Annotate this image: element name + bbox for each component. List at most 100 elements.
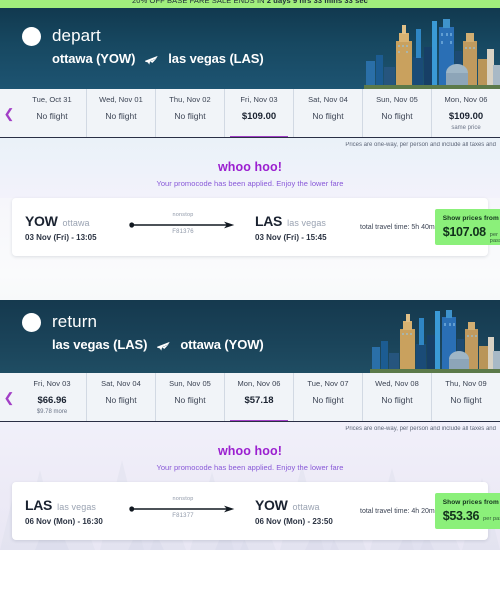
depart-travel-time: total travel time: 5h 40m [360, 223, 435, 231]
date-cell-value: No flight [105, 111, 137, 121]
date-cell-price: $66.96 [37, 395, 67, 406]
date-cell-selected[interactable]: Mon, Nov 06 $57.18 [224, 373, 293, 421]
return-from-datetime: 06 Nov (Mon) - 16:30 [25, 516, 103, 526]
date-cell-note: same price [451, 125, 481, 131]
date-cell-label: Tue, Oct 31 [32, 95, 72, 104]
date-cell[interactable]: Tue, Oct 31 No flight [18, 89, 86, 137]
date-cell[interactable]: Mon, Nov 06 $109.00 same price [431, 89, 500, 137]
date-cell[interactable]: Sun, Nov 05 No flight [155, 373, 224, 421]
depart-hero-header: depart ottawa (YOW) las vegas (LAS) [0, 8, 500, 89]
date-cell[interactable]: Thu, Nov 09 No flight [431, 373, 500, 421]
section-gap [0, 274, 500, 300]
date-cell-label: Sat, Nov 04 [308, 95, 348, 104]
date-cell-label: Fri, Nov 03 [33, 379, 71, 388]
return-stops-label: nonstop [172, 496, 194, 502]
date-cell[interactable]: Tue, Nov 07 No flight [293, 373, 362, 421]
depart-destination: las vegas (LAS) [168, 51, 264, 66]
depart-date-cells: Tue, Oct 31 No flight Wed, Nov 01 No fli… [18, 89, 500, 137]
date-cell-value: No flight [174, 395, 206, 405]
return-card-wrap: LAS las vegas 06 Nov (Mon) - 16:30 nonst… [0, 482, 500, 540]
date-cell[interactable]: Sat, Nov 04 No flight [86, 373, 155, 421]
date-cell[interactable]: Wed, Nov 08 No flight [362, 373, 431, 421]
date-cell-value: No flight [312, 111, 344, 121]
return-from-code: LAS [25, 496, 53, 513]
return-to-code: YOW [255, 496, 288, 513]
sale-banner-countdown: 2 days 9 hrs 33 mins 33 sec [266, 0, 368, 5]
depart-from-datetime: 03 Nov (Fri) - 13:05 [25, 232, 97, 242]
depart-badge-unit: per passenger [489, 232, 500, 244]
depart-from-city: ottawa [62, 217, 90, 228]
return-promo-band: Prices are one-way, per person and inclu… [0, 422, 500, 482]
return-hero-header: return las vegas (LAS) ottawa (YOW) [0, 300, 500, 373]
return-promo-subtext: Your promocode has been applied. Enjoy t… [156, 463, 344, 472]
date-cell-value: No flight [36, 111, 68, 121]
date-cell-label: Fri, Nov 03 [240, 95, 278, 104]
return-route-indicator: nonstop F81377 [124, 494, 242, 528]
depart-section: depart ottawa (YOW) las vegas (LAS) ❮ Tu… [0, 8, 500, 300]
sale-countdown-text: 20% OFF BASE FARE SALE ENDS IN 2 days 9 … [0, 0, 500, 5]
depart-promo-band: Prices are one-way, per person and inclu… [0, 138, 500, 198]
return-to-datetime: 06 Nov (Mon) - 23:50 [255, 516, 333, 526]
return-badge-price: $53.36 [442, 509, 480, 523]
date-cell-label: Sat, Nov 04 [101, 379, 141, 388]
date-cell-price: $57.18 [244, 395, 274, 406]
date-cell[interactable]: Wed, Nov 01 No flight [86, 89, 155, 137]
sale-banner-prefix: 20% OFF BASE FARE SALE ENDS IN [132, 0, 267, 5]
depart-route-indicator: nonstop F81376 [124, 210, 242, 244]
return-flight-card[interactable]: LAS las vegas 06 Nov (Mon) - 16:30 nonst… [12, 482, 500, 540]
return-origin: las vegas (LAS) [52, 337, 148, 352]
date-cell-note: $9.78 more [36, 409, 68, 415]
return-destination: ottawa (YOW) [180, 337, 264, 352]
depart-flight-number: F81376 [172, 229, 194, 235]
date-cell-label: Sun, Nov 05 [376, 95, 418, 104]
return-show-prices-button[interactable]: Show prices from ✓ $53.36 per passenger [434, 493, 500, 529]
depart-card-wrap: YOW ottawa 03 Nov (Fri) - 13:05 nonstop [0, 198, 500, 256]
depart-body: Prices are one-way, per person and inclu… [0, 138, 500, 274]
depart-to-city: las vegas [287, 217, 327, 228]
depart-date-selector: ❮ Tue, Oct 31 No flight Wed, Nov 01 No f… [0, 89, 500, 138]
date-cell[interactable]: Sat, Nov 04 No flight [293, 89, 362, 137]
depart-destination-leg: LAS las vegas 03 Nov (Fri) - 15:45 [242, 213, 354, 242]
depart-promo-subtext: Your promocode has been applied. Enjoy t… [156, 179, 344, 188]
date-cell-value: No flight [105, 395, 137, 405]
return-date-selector: ❮ Fri, Nov 03 $66.96 $9.78 more Sat, Nov… [0, 373, 500, 422]
return-price-disclaimer: Prices are one-way, per person and inclu… [345, 426, 496, 432]
date-cell-label: Thu, Nov 09 [445, 379, 487, 388]
date-cell[interactable]: Thu, Nov 02 No flight [155, 89, 224, 137]
date-cell-value: No flight [312, 395, 344, 405]
date-cell-label: Thu, Nov 02 [169, 95, 211, 104]
route-arrow-icon [128, 505, 238, 513]
city-skyline-icon [364, 11, 500, 89]
depart-price-disclaimer: Prices are one-way, per person and inclu… [345, 142, 496, 148]
date-cell-price: $109.00 [448, 111, 484, 122]
chevron-left-icon[interactable]: ❮ [0, 89, 18, 137]
return-badge-unit: per passenger [483, 516, 500, 522]
return-flight-number: F81377 [172, 513, 194, 519]
depart-badge-price: $107.08 [442, 225, 486, 239]
return-travel-time: total travel time: 4h 20m [360, 507, 435, 515]
return-section: return las vegas (LAS) ottawa (YOW) ❮ Fr… [0, 300, 500, 550]
depart-show-prices-button[interactable]: Show prices from ✓ $107.08 per passenger [434, 209, 500, 245]
date-cell-value: No flight [381, 395, 413, 405]
return-promo-headline: whoo hoo! [217, 444, 283, 458]
depart-stops-label: nonstop [172, 212, 194, 218]
depart-flight-card[interactable]: YOW ottawa 03 Nov (Fri) - 13:05 nonstop [12, 198, 500, 256]
date-cell-selected[interactable]: Fri, Nov 03 $109.00 [224, 89, 293, 137]
depart-origin-leg: YOW ottawa 03 Nov (Fri) - 13:05 [12, 213, 124, 242]
circle-icon [22, 312, 41, 332]
date-cell-value: No flight [174, 111, 206, 121]
date-cell-label: Mon, Nov 06 [444, 95, 488, 104]
depart-from-code: YOW [25, 212, 58, 229]
date-cell[interactable]: Sun, Nov 05 No flight [362, 89, 431, 137]
return-from-city: las vegas [57, 501, 97, 512]
date-cell-label: Mon, Nov 06 [237, 379, 281, 388]
date-cell-value: No flight [381, 111, 413, 121]
depart-to-datetime: 03 Nov (Fri) - 15:45 [255, 232, 327, 242]
depart-promo-headline: whoo hoo! [217, 160, 283, 174]
date-cell[interactable]: Fri, Nov 03 $66.96 $9.78 more [18, 373, 86, 421]
depart-origin: ottawa (YOW) [52, 51, 136, 66]
sale-countdown-banner: 20% OFF BASE FARE SALE ENDS IN 2 days 9 … [0, 0, 500, 8]
city-skyline-icon [370, 303, 500, 373]
chevron-left-icon[interactable]: ❮ [0, 373, 18, 421]
return-badge-label: Show prices from [442, 498, 499, 506]
